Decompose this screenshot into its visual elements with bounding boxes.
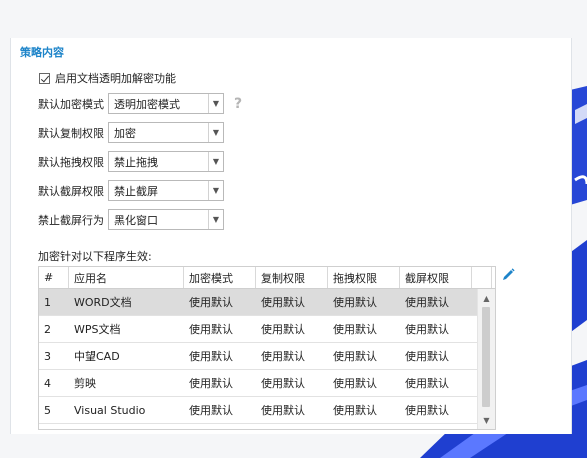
- copy-permission-select[interactable]: 加密 ▼: [108, 122, 224, 143]
- policy-panel: 策略内容 启用文档透明加解密功能 默认加密模式 透明加密模式 ▼ ? 默认复制权…: [10, 38, 572, 434]
- enable-encryption-label: 启用文档透明加解密功能: [55, 72, 176, 85]
- field-label: 禁止截屏行为: [38, 213, 104, 227]
- row-index: 2: [44, 322, 51, 336]
- chevron-down-icon[interactable]: ▼: [208, 210, 223, 229]
- copy-permission-cell: 使用默认: [261, 377, 305, 390]
- select-value: 禁止拖拽: [114, 155, 158, 169]
- program-list-caption: 加密针对以下程序生效:: [38, 250, 152, 263]
- drag-permission-cell: 使用默认: [333, 350, 377, 363]
- drag-permission-cell: 使用默认: [333, 404, 377, 417]
- screenshot-permission-cell: 使用默认: [405, 323, 449, 336]
- chevron-down-icon[interactable]: ▼: [208, 152, 223, 171]
- column-header[interactable]: 复制权限: [256, 267, 328, 288]
- column-header[interactable]: 拖拽权限: [328, 267, 400, 288]
- pencil-icon[interactable]: [500, 267, 516, 283]
- screenshot-permission-select[interactable]: 禁止截屏 ▼: [108, 180, 224, 201]
- app-name: Visual Studio: [74, 403, 146, 417]
- app-name: WORD文档: [74, 296, 132, 309]
- row-index: 3: [44, 349, 51, 363]
- drag-permission-select[interactable]: 禁止拖拽 ▼: [108, 151, 224, 172]
- app-name: 剪映: [74, 377, 96, 390]
- drag-permission-cell: 使用默认: [333, 377, 377, 390]
- field-label: 默认截屏权限: [38, 184, 104, 198]
- field-row-encrypt-mode: 默认加密模式 透明加密模式 ▼ ?: [38, 93, 242, 114]
- chevron-down-icon[interactable]: ▼: [208, 123, 223, 142]
- enable-encryption-checkbox[interactable]: [39, 72, 50, 84]
- select-value: 透明加密模式: [114, 97, 180, 111]
- copy-permission-cell: 使用默认: [261, 296, 305, 309]
- chevron-down-icon[interactable]: ▼: [208, 181, 223, 200]
- row-index: 1: [44, 295, 51, 309]
- column-header[interactable]: 加密模式: [184, 267, 256, 288]
- drag-permission-cell: 使用默认: [333, 296, 377, 309]
- row-index: 5: [44, 403, 51, 417]
- encrypt-mode-cell: 使用默认: [189, 404, 233, 417]
- select-value: 加密: [114, 126, 136, 140]
- encrypt-mode-cell: 使用默认: [189, 350, 233, 363]
- field-row-screenshot-permission: 默认截屏权限 禁止截屏 ▼: [38, 180, 224, 201]
- column-header-spacer: [472, 267, 492, 288]
- app-name: 中望CAD: [74, 350, 120, 363]
- row-index: 4: [44, 376, 51, 390]
- section-title: 策略内容: [20, 46, 64, 59]
- column-header[interactable]: 应用名: [69, 267, 184, 288]
- encrypt-mode-select[interactable]: 透明加密模式 ▼: [108, 93, 224, 114]
- table-row[interactable]: 3 中望CAD 使用默认 使用默认 使用默认 使用默认: [39, 343, 495, 370]
- scroll-down-icon[interactable]: ▼: [478, 413, 495, 427]
- chevron-down-icon[interactable]: ▼: [208, 94, 223, 113]
- encrypt-mode-cell: 使用默认: [189, 323, 233, 336]
- select-value: 黑化窗口: [114, 213, 158, 227]
- field-row-drag-permission: 默认拖拽权限 禁止拖拽 ▼: [38, 151, 224, 172]
- select-value: 禁止截屏: [114, 184, 158, 198]
- column-header[interactable]: 截屏权限: [400, 267, 472, 288]
- screenshot-permission-cell: 使用默认: [405, 404, 449, 417]
- table-scrollbar[interactable]: ▲ ▼: [477, 289, 495, 429]
- field-label: 默认拖拽权限: [38, 155, 104, 169]
- copy-permission-cell: 使用默认: [261, 404, 305, 417]
- field-row-copy-permission: 默认复制权限 加密 ▼: [38, 122, 224, 143]
- copy-permission-cell: 使用默认: [261, 350, 305, 363]
- screenshot-permission-cell: 使用默认: [405, 377, 449, 390]
- encrypt-mode-cell: 使用默认: [189, 377, 233, 390]
- table-row[interactable]: 1 WORD文档 使用默认 使用默认 使用默认 使用默认: [39, 289, 495, 316]
- screenshot-behavior-select[interactable]: 黑化窗口 ▼: [108, 209, 224, 230]
- enable-encryption-row[interactable]: 启用文档透明加解密功能: [39, 70, 176, 86]
- field-label: 默认加密模式: [38, 97, 104, 111]
- app-name: WPS文档: [74, 323, 121, 336]
- column-header[interactable]: #: [39, 267, 69, 288]
- screenshot-permission-cell: 使用默认: [405, 350, 449, 363]
- table-row[interactable]: 4 剪映 使用默认 使用默认 使用默认 使用默认: [39, 370, 495, 397]
- field-label: 默认复制权限: [38, 126, 104, 140]
- scroll-up-icon[interactable]: ▲: [478, 291, 495, 305]
- drag-permission-cell: 使用默认: [333, 323, 377, 336]
- table-row[interactable]: 5 Visual Studio 使用默认 使用默认 使用默认 使用默认: [39, 397, 495, 424]
- program-table: # 应用名 加密模式 复制权限 拖拽权限 截屏权限 1 WORD文档 使用默认 …: [38, 266, 496, 430]
- scroll-thumb[interactable]: [482, 307, 490, 407]
- question-icon[interactable]: ?: [234, 97, 242, 111]
- copy-permission-cell: 使用默认: [261, 323, 305, 336]
- screenshot-permission-cell: 使用默认: [405, 296, 449, 309]
- encrypt-mode-cell: 使用默认: [189, 296, 233, 309]
- field-row-screenshot-behavior: 禁止截屏行为 黑化窗口 ▼: [38, 209, 224, 230]
- table-row[interactable]: 2 WPS文档 使用默认 使用默认 使用默认 使用默认: [39, 316, 495, 343]
- table-header: # 应用名 加密模式 复制权限 拖拽权限 截屏权限: [39, 267, 495, 289]
